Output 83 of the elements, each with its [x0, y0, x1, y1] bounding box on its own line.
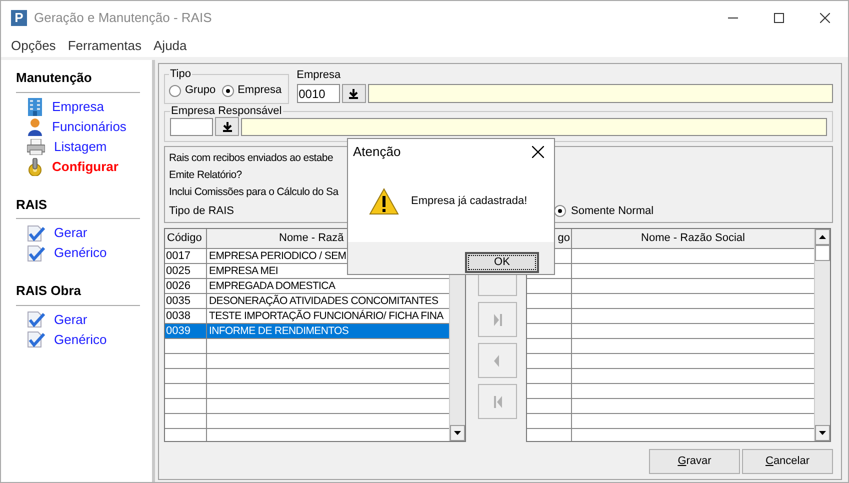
skip-start-icon: [494, 396, 502, 408]
section-heading: RAIS: [16, 194, 140, 219]
table-cell: 0017: [165, 249, 207, 263]
sidebar-link[interactable]: Configurar: [52, 156, 118, 176]
checked-document-icon: [27, 224, 45, 242]
radio-label: Grupo: [185, 83, 216, 98]
sidebar-link[interactable]: Empresa: [52, 96, 104, 116]
ok-button[interactable]: OK: [465, 252, 539, 273]
action-button[interactable]: Cancelar: [742, 449, 833, 474]
table-cell-text: EMPRESA PERIODICO / SEM: [208, 249, 348, 263]
lookup-button[interactable]: [342, 84, 366, 103]
field-label: Empresa: [296, 68, 342, 82]
sidebar-link[interactable]: Genérico: [54, 330, 107, 350]
sidebar-link[interactable]: Funcionários: [52, 116, 126, 136]
table-cell: 0039: [165, 324, 207, 338]
triangle-down-icon: [454, 431, 461, 435]
checked-document-icon: [27, 311, 45, 328]
action-button[interactable]: Gravar: [649, 449, 740, 474]
radio-label: Somente Normal: [571, 204, 654, 219]
radio-button[interactable]: [554, 205, 566, 217]
dialog-title: Atenção: [353, 143, 401, 162]
code-field[interactable]: [170, 118, 213, 136]
scroll-down-button[interactable]: [815, 425, 830, 441]
sidebar-link[interactable]: Genérico: [54, 243, 107, 263]
table-cell-text: TESTE IMPORTAÇÃO FUNCIONÁRIO/ FICHA FINA: [208, 309, 444, 323]
table-cell-text: EMPRESA MEI: [208, 264, 280, 278]
sidebar-link[interactable]: Listagem: [54, 136, 107, 156]
radio-button[interactable]: [222, 84, 234, 96]
menu-item[interactable]: Ajuda: [148, 36, 193, 56]
column-header[interactable]: Nome - Razão Social: [572, 229, 814, 248]
table-cell-text: EMPREGADA DOMESTICA: [208, 279, 336, 293]
app-logo: P: [11, 10, 27, 26]
scrollbar[interactable]: [814, 229, 830, 441]
triangle-up-icon: [819, 235, 826, 239]
menu-item[interactable]: Ferramentas: [62, 36, 148, 56]
scroll-thumb[interactable]: [815, 245, 830, 261]
table-cell: 0038: [165, 309, 207, 323]
close-icon: [820, 12, 830, 22]
checked-document-icon: [27, 331, 45, 348]
table-cell-text: INFORME DE RENDIMENTOS: [208, 324, 350, 338]
checked-document-icon: [27, 244, 45, 262]
gear-icon: [27, 158, 43, 176]
sidebar-link[interactable]: Gerar: [54, 223, 88, 243]
option-label: Rais com recibos enviados ao estabe: [169, 151, 334, 166]
triangle-down-icon: [819, 431, 826, 435]
table-cell: 0035: [165, 294, 207, 308]
name-field[interactable]: [241, 118, 827, 136]
table-cell: 0026: [165, 279, 207, 293]
name-field[interactable]: [368, 84, 833, 103]
sidebar-link[interactable]: Gerar: [54, 310, 88, 330]
radio-button[interactable]: [169, 84, 181, 96]
close-button[interactable]: [531, 145, 545, 159]
printer-icon: [27, 138, 45, 154]
code-field[interactable]: 0010: [296, 84, 340, 103]
close-icon: [532, 146, 544, 158]
warning-icon: [369, 188, 399, 215]
option-label: Tipo de RAIS: [169, 204, 234, 219]
menu-item[interactable]: Opções: [5, 36, 62, 56]
lookup-button[interactable]: [215, 117, 239, 136]
group-label: Tipo: [169, 68, 192, 80]
group-label: Empresa Responsável: [170, 105, 283, 117]
scroll-down-button[interactable]: [450, 425, 465, 441]
table-cell: 0025: [165, 264, 207, 278]
table-cell-text: DESONERAÇÃO ATIVIDADES CONCOMITANTES: [208, 294, 440, 308]
scroll-up-button[interactable]: [815, 229, 830, 245]
skip-end-icon: [494, 314, 502, 326]
person-icon: [27, 118, 43, 136]
triangle-left-icon: [494, 354, 502, 366]
maximize-icon: [774, 12, 784, 22]
download-icon: [349, 88, 358, 98]
window-title: Geração e Manutenção - RAIS: [34, 8, 212, 27]
table-row[interactable]: 0035 DESONERAÇÃO ATIVIDADES CONCOMITANTES: [165, 294, 449, 309]
table-row[interactable]: 0039 INFORME DE RENDIMENTOS: [165, 324, 449, 339]
column-header[interactable]: Código: [165, 229, 207, 248]
table-row[interactable]: 0026 EMPREGADA DOMESTICA: [165, 279, 449, 294]
section-heading: RAIS Obra: [16, 281, 140, 306]
building-icon: [27, 98, 43, 116]
download-icon: [222, 122, 232, 132]
dialog-message: Empresa já cadastrada!: [411, 194, 528, 210]
section-heading: Manutenção: [16, 68, 140, 92]
radio-label: Empresa: [238, 83, 282, 98]
option-label: Inclui Comissões para o Cálculo do Sa: [169, 185, 338, 200]
option-label: Emite Relatório?: [169, 168, 242, 183]
